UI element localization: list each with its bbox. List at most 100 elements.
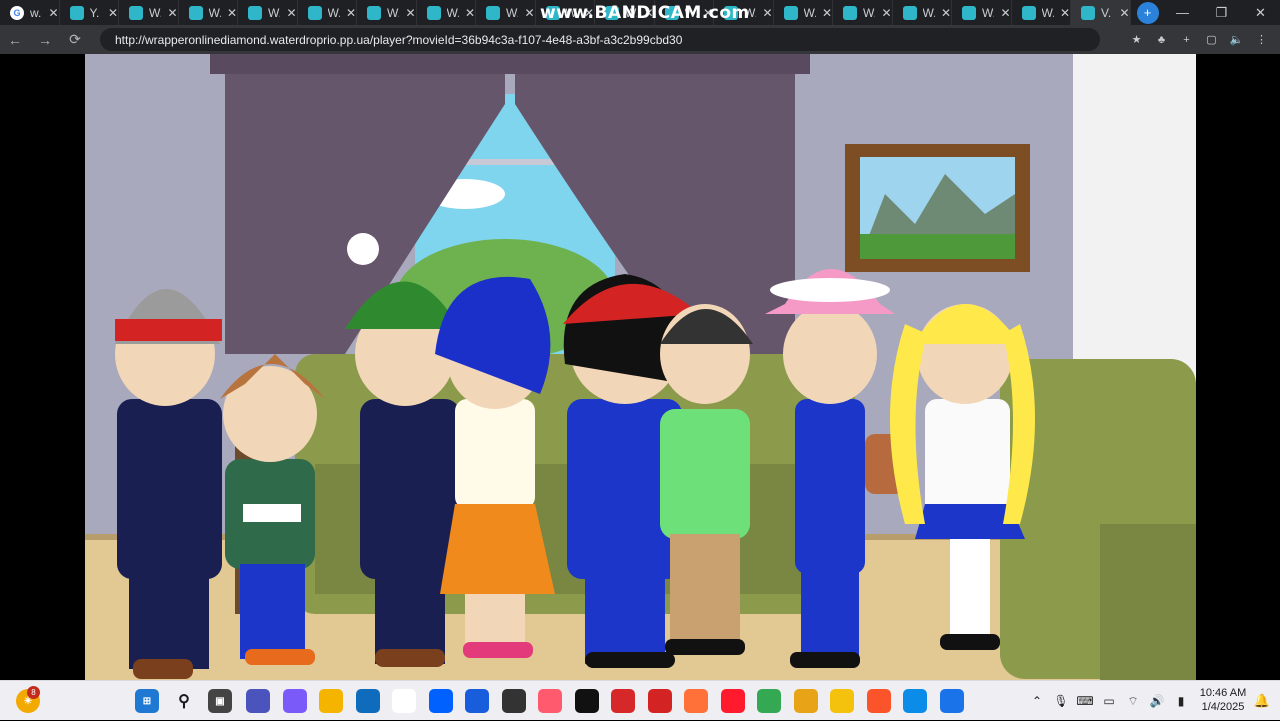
tab-title: W. xyxy=(149,5,161,20)
wrapper-icon xyxy=(902,5,917,20)
screen-recorder-icon[interactable] xyxy=(574,689,599,713)
volume-icon[interactable]: 🔈 xyxy=(1224,33,1249,46)
store-icon[interactable] xyxy=(355,689,380,713)
browser-tab[interactable]: V. ✕ xyxy=(1071,0,1131,25)
add-icon[interactable]: + xyxy=(1174,34,1199,46)
wrapper-icon xyxy=(843,5,857,20)
tab-close-icon[interactable]: ✕ xyxy=(762,6,772,20)
start-button[interactable]: ⊞ xyxy=(135,689,159,713)
tab-close-icon[interactable]: ✕ xyxy=(108,6,118,20)
browser-tab[interactable]: W. ✕ xyxy=(1012,0,1071,25)
bandicam-icon[interactable] xyxy=(611,689,635,713)
browser-tab[interactable]: W. ✕ xyxy=(833,0,893,25)
bookmark-star-icon[interactable]: ★ xyxy=(1124,33,1149,46)
task-view-icon[interactable]: ▣ xyxy=(208,689,232,713)
forward-button[interactable]: → xyxy=(30,25,60,54)
browser-tab[interactable]: W. ✕ xyxy=(238,0,298,25)
display-icon[interactable]: ▭ xyxy=(1097,694,1121,708)
tab-close-icon[interactable]: ✕ xyxy=(465,6,475,20)
wrapper-icon xyxy=(367,5,381,20)
toolbar: ← → ⟳ http://wrapperonlinediamond.waterd… xyxy=(0,25,1280,54)
address-bar[interactable]: http://wrapperonlinediamond.waterdroprio… xyxy=(100,28,1100,51)
amazon-icon[interactable] xyxy=(392,689,416,713)
tab-title: W. xyxy=(327,5,340,20)
edge-icon[interactable] xyxy=(903,689,927,713)
notification-bell-icon[interactable]: 🔔 xyxy=(1250,689,1274,713)
wrapper-icon xyxy=(1021,5,1036,20)
tab-close-icon[interactable]: ✕ xyxy=(1119,6,1129,20)
copilot-icon[interactable] xyxy=(282,689,307,713)
browser-tab[interactable]: W. ✕ xyxy=(417,0,476,25)
clock[interactable]: 10:46 AM 1/4/2025 xyxy=(1195,686,1251,714)
tab-title: W. xyxy=(1041,5,1054,20)
character-1 xyxy=(115,289,222,679)
speaker-icon[interactable]: 🔊 xyxy=(1145,694,1169,708)
clock-time: 10:46 AM xyxy=(1199,687,1247,699)
wrapper-icon xyxy=(248,5,262,20)
teams-icon[interactable] xyxy=(246,689,270,713)
wrapper-icon xyxy=(188,5,203,20)
edge-dev-icon[interactable] xyxy=(939,689,964,713)
chrome-beta-icon[interactable] xyxy=(830,689,854,713)
opera-icon[interactable] xyxy=(720,689,745,713)
chevron-up-icon[interactable]: ⌃ xyxy=(1025,694,1049,708)
minimize-button[interactable]: — xyxy=(1163,0,1202,25)
tab-close-icon[interactable]: ✕ xyxy=(1060,6,1070,20)
tab-close-icon[interactable]: ✕ xyxy=(881,6,891,20)
character-6 xyxy=(660,304,753,655)
tab-close-icon[interactable]: ✕ xyxy=(227,6,237,20)
video-player[interactable] xyxy=(85,54,1196,680)
extension-icon[interactable]: ♣ xyxy=(1149,34,1174,46)
battery-icon[interactable]: ▮ xyxy=(1169,694,1193,708)
browser-tab[interactable]: W. ✕ xyxy=(179,0,238,25)
search-icon[interactable]: ⚲ xyxy=(172,689,196,713)
wrapper-icon xyxy=(783,5,798,20)
brave-icon[interactable] xyxy=(866,689,891,713)
ia-icon[interactable] xyxy=(501,689,526,713)
tab-close-icon[interactable]: ✕ xyxy=(286,6,296,20)
clock-date: 1/4/2025 xyxy=(1201,701,1245,713)
tab-title: W. xyxy=(446,5,459,20)
cartoon-scene xyxy=(85,54,1196,680)
browser-tab[interactable]: W. ✕ xyxy=(774,0,833,25)
tab-title: W. xyxy=(863,5,875,20)
firefox-icon[interactable] xyxy=(684,689,708,713)
tab-close-icon[interactable]: ✕ xyxy=(405,6,415,20)
browser-tab[interactable]: Y. ✕ xyxy=(60,0,119,25)
browser-tab[interactable]: W. ✕ xyxy=(476,0,536,25)
tab-close-icon[interactable]: ✕ xyxy=(346,6,356,20)
tab-close-icon[interactable]: ✕ xyxy=(822,6,832,20)
tab-close-icon[interactable]: ✕ xyxy=(48,6,58,20)
camera-icon[interactable] xyxy=(538,689,562,713)
browser-tab[interactable]: W. ✕ xyxy=(893,0,952,25)
keyboard-icon[interactable]: ⌨ xyxy=(1073,694,1097,708)
wrapper-icon xyxy=(129,5,143,20)
goanimate-icon[interactable] xyxy=(647,689,672,713)
tab-close-icon[interactable]: ✕ xyxy=(1000,6,1010,20)
restore-button[interactable]: ❐ xyxy=(1202,0,1241,25)
chrome-icon[interactable] xyxy=(757,689,781,713)
new-tab-button[interactable]: + xyxy=(1136,1,1159,24)
bitwarden-icon[interactable] xyxy=(465,689,489,713)
google-icon: G xyxy=(10,5,24,20)
browser-tab[interactable]: W. ✕ xyxy=(952,0,1012,25)
close-button[interactable]: ✕ xyxy=(1241,0,1280,25)
browser-tab[interactable]: W. ✕ xyxy=(298,0,357,25)
browser-tab[interactable]: W. ✕ xyxy=(357,0,417,25)
window-controls: — ❐ ✕ xyxy=(1163,0,1280,25)
microphone-icon[interactable]: 🎙 xyxy=(1049,694,1073,708)
reload-button[interactable]: ⟳ xyxy=(60,25,90,54)
tab-close-icon[interactable]: ✕ xyxy=(941,6,951,20)
tab-close-icon[interactable]: ✕ xyxy=(524,6,534,20)
dropbox-icon[interactable] xyxy=(428,689,453,713)
sidepanel-icon[interactable]: ▢ xyxy=(1199,33,1224,46)
tab-title: Y. xyxy=(89,5,100,20)
file-explorer-icon[interactable] xyxy=(319,689,343,713)
menu-icon[interactable]: ⋮ xyxy=(1249,33,1274,46)
browser-tab[interactable]: Gw. ✕ xyxy=(0,0,60,25)
browser-tab[interactable]: W. ✕ xyxy=(119,0,179,25)
edge-canary-icon[interactable] xyxy=(793,689,818,713)
back-button[interactable]: ← xyxy=(0,25,30,54)
tab-close-icon[interactable]: ✕ xyxy=(167,6,177,20)
wifi-icon[interactable]: ⌔ xyxy=(1121,694,1145,709)
